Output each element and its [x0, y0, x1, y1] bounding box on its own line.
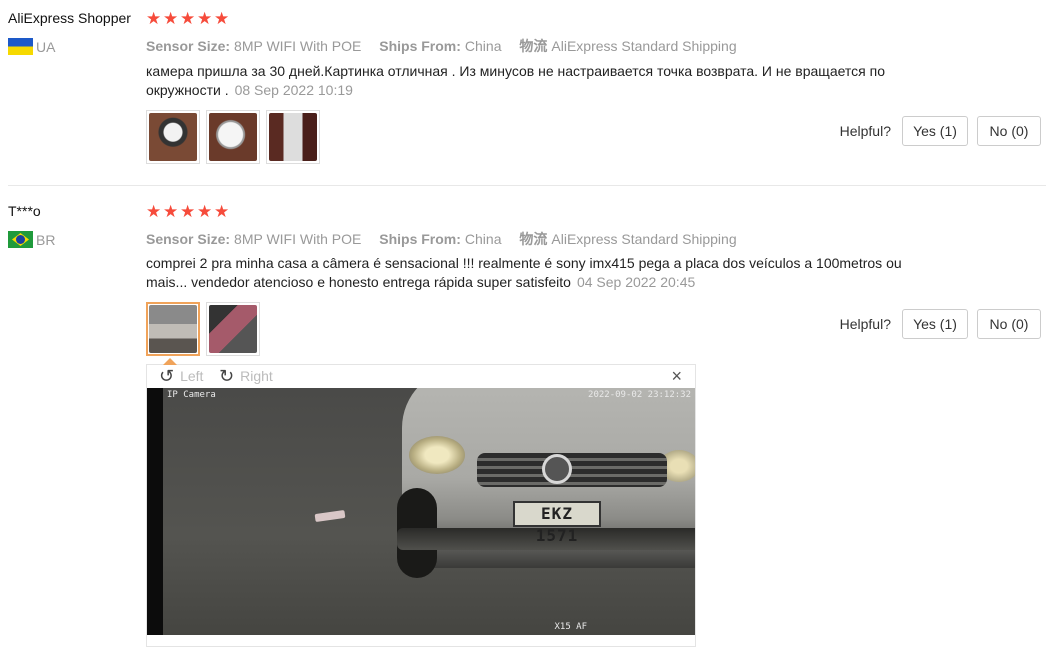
camera-photo [209, 305, 257, 353]
brazil-flag-icon [8, 231, 33, 248]
reviewer-name: AliExpress Shopper [8, 10, 131, 26]
helpful-yes-button[interactable]: Yes (1) [902, 116, 968, 146]
helpful-label: Helpful? [839, 316, 891, 332]
helpful-controls: Helpful? Yes (1) No (0) [840, 309, 1041, 339]
viewer-toolbar: ↺ Left ↻ Right × [147, 365, 695, 387]
osd-lens-label: X15 AF [554, 622, 587, 632]
camera-photo [209, 113, 257, 161]
logistics-icon: 物流 [519, 38, 548, 54]
license-plate: EKZ 1571 [513, 501, 601, 545]
review-photo-thumb-selected[interactable] [146, 302, 200, 356]
star-icon: ★ [197, 9, 213, 28]
helpful-controls: Helpful? Yes (1) No (0) [840, 116, 1041, 146]
star-icon: ★ [163, 9, 179, 28]
review-photo-thumb[interactable] [206, 302, 260, 356]
order-info: Sensor Size: 8MP WIFI With POE Ships From… [146, 36, 751, 56]
star-icon: ★ [146, 202, 162, 221]
star-icon: ★ [180, 9, 196, 28]
star-rating: ★ ★ ★ ★ ★ [146, 202, 230, 221]
camera-photo [269, 113, 317, 161]
reviewer-name: T***o [8, 203, 41, 219]
helpful-no-button[interactable]: No (0) [977, 309, 1041, 339]
rotate-left-icon: ↺ [159, 366, 175, 386]
review-item: AliExpress Shopper UA ★ ★ ★ ★ ★ Sensor S… [0, 0, 1061, 186]
ships-from-value: China [464, 231, 502, 247]
rotate-right-label: Right [240, 368, 273, 384]
osd-camera-label: IP Camera [167, 390, 216, 400]
sensor-size-label: Sensor Size: [146, 231, 231, 247]
car-grille [477, 453, 667, 487]
sensor-size-value: 8MP WIFI With POE [234, 231, 362, 247]
helpful-no-button[interactable]: No (0) [977, 116, 1041, 146]
sensor-size-label: Sensor Size: [146, 38, 231, 54]
country-code: UA [36, 38, 56, 55]
rotate-right-icon: ↻ [219, 366, 235, 386]
rotate-right-button[interactable]: ↻ Right [219, 367, 273, 385]
review-photos [146, 302, 260, 356]
ukraine-flag-icon [8, 38, 33, 55]
car-headlight [409, 436, 465, 474]
helpful-yes-button[interactable]: Yes (1) [902, 309, 968, 339]
review-photos [146, 110, 320, 164]
review-date: 08 Sep 2022 10:19 [234, 82, 353, 98]
osd-timestamp: 2022-09-02 23:12:32 [588, 390, 691, 400]
rotate-left-button[interactable]: ↺ Left [159, 367, 203, 385]
review-body: comprei 2 pra minha casa a câmera é sens… [146, 255, 902, 290]
logistics-icon: 物流 [519, 231, 548, 247]
ships-from-label: Ships From: [379, 231, 461, 247]
star-icon: ★ [197, 202, 213, 221]
star-icon: ★ [180, 202, 196, 221]
review-photo-thumb[interactable] [146, 110, 200, 164]
enlarged-review-photo: EKZ 1571 IP Camera 2022-09-02 23:12:32 X… [147, 388, 695, 635]
review-date: 04 Sep 2022 20:45 [576, 274, 696, 290]
review-text: comprei 2 pra minha casa a câmera é sens… [146, 254, 946, 292]
sensor-size-value: 8MP WIFI With POE [234, 38, 362, 54]
camera-photo [149, 305, 197, 353]
star-icon: ★ [146, 9, 162, 28]
ships-from-value: China [464, 38, 502, 54]
helpful-label: Helpful? [839, 123, 891, 139]
order-info: Sensor Size: 8MP WIFI With POE Ships From… [146, 229, 751, 249]
close-icon[interactable]: × [671, 366, 682, 387]
star-icon: ★ [214, 202, 230, 221]
review-photo-thumb[interactable] [206, 110, 260, 164]
viewer-pointer [163, 358, 177, 365]
vw-logo-icon [542, 454, 572, 484]
star-icon: ★ [214, 9, 230, 28]
star-rating: ★ ★ ★ ★ ★ [146, 9, 230, 28]
reviewer-country: UA [8, 38, 55, 55]
shipping-method: AliExpress Standard Shipping [551, 231, 737, 247]
review-text: камера пришла за 30 дней.Картинка отличн… [146, 62, 946, 100]
country-code: BR [36, 231, 56, 248]
photo-viewer: ↺ Left ↻ Right × EKZ 1571 IP Camera 2022… [146, 358, 696, 647]
star-icon: ★ [163, 202, 179, 221]
shipping-method: AliExpress Standard Shipping [551, 38, 737, 54]
rotate-left-label: Left [180, 368, 204, 384]
review-photo-thumb[interactable] [266, 110, 320, 164]
ships-from-label: Ships From: [379, 38, 461, 54]
camera-photo [149, 113, 197, 161]
reviewer-country: BR [8, 231, 55, 248]
